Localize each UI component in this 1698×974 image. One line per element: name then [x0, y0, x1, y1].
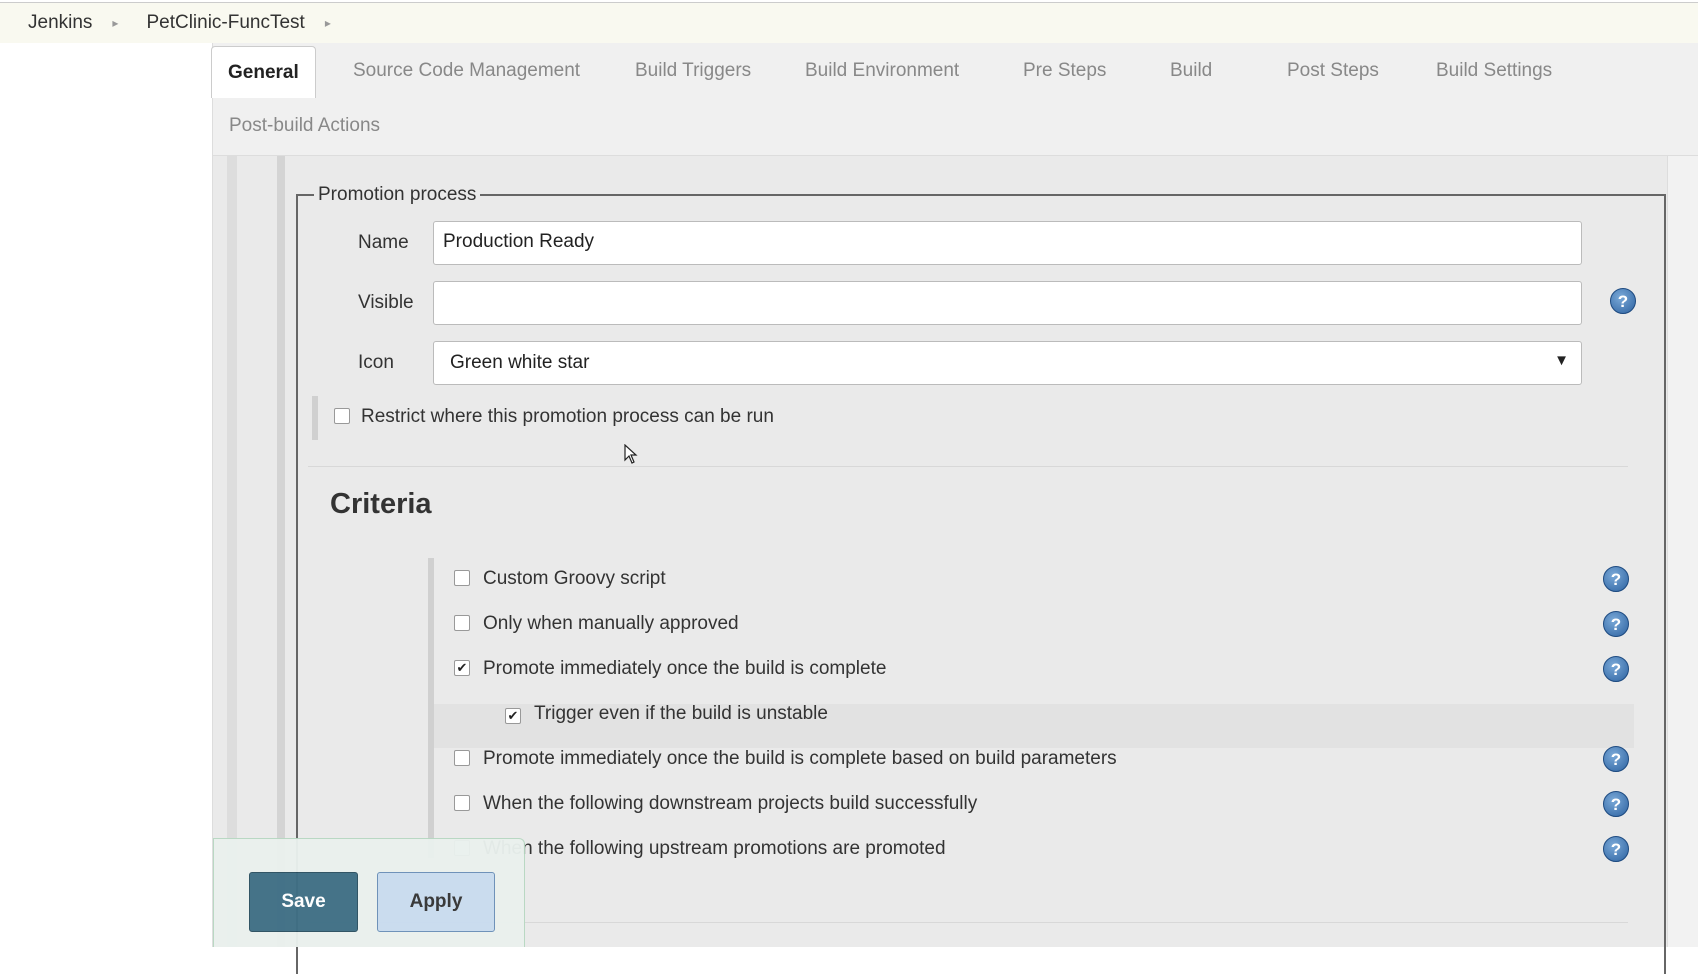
help-icon-parameters[interactable]: ? [1603, 746, 1629, 772]
criteria-label-downstream: When the following downstream projects b… [483, 793, 978, 814]
config-area: General Source Code Management Build Tri… [211, 43, 1698, 974]
tab-build-environment[interactable]: Build Environment [805, 60, 959, 82]
criteria-checkbox-parameters[interactable] [454, 750, 470, 766]
icon-select[interactable]: Green white star ▼ [433, 341, 1582, 385]
criteria-label-groovy: Custom Groovy script [483, 568, 666, 589]
tab-post-steps[interactable]: Post Steps [1287, 60, 1379, 82]
criteria-checkbox-immediate[interactable]: ✔ [454, 660, 470, 676]
config-content: Promotion process Name Production Ready … [213, 156, 1698, 974]
criteria-checkbox-unstable[interactable]: ✔ [505, 708, 521, 724]
save-button[interactable]: Save [249, 872, 358, 932]
help-icon-immediate[interactable]: ? [1603, 656, 1629, 682]
help-icon-manual[interactable]: ? [1603, 611, 1629, 637]
breadcrumb-project[interactable]: PetClinic-FuncTest [118, 12, 324, 34]
criteria-label-manual: Only when manually approved [483, 613, 739, 634]
criteria-checkbox-downstream[interactable] [454, 795, 470, 811]
breadcrumb: Jenkins ▸ PetClinic-FuncTest ▸ [0, 2, 1698, 44]
tab-bar: General Source Code Management Build Tri… [211, 43, 1698, 156]
help-icon-groovy[interactable]: ? [1603, 566, 1629, 592]
tab-build-settings[interactable]: Build Settings [1436, 60, 1552, 82]
icon-select-value: Green white star [450, 352, 590, 373]
criteria-label-immediate: Promote immediately once the build is co… [483, 658, 887, 679]
visible-label: Visible [358, 292, 414, 313]
tab-general[interactable]: General [211, 46, 316, 98]
restrict-checkbox[interactable] [334, 408, 350, 424]
side-panel [0, 43, 213, 947]
help-icon-upstream[interactable]: ? [1603, 836, 1629, 862]
visible-input[interactable] [433, 281, 1582, 325]
apply-button[interactable]: Apply [377, 872, 495, 932]
tab-build-triggers[interactable]: Build Triggers [635, 60, 751, 82]
tab-pre-steps[interactable]: Pre Steps [1023, 60, 1106, 82]
nesting-bar [227, 156, 237, 947]
name-label: Name [358, 232, 409, 253]
help-icon-downstream[interactable]: ? [1603, 791, 1629, 817]
restrict-label: Restrict where this promotion process ca… [361, 406, 774, 427]
chevron-right-icon[interactable]: ▸ [325, 16, 331, 30]
scrollbar[interactable] [1667, 156, 1698, 947]
nesting-bar [277, 156, 285, 947]
help-icon-visible[interactable]: ? [1610, 288, 1636, 314]
restrict-bar [312, 396, 318, 440]
tab-post-build-actions[interactable]: Post-build Actions [229, 115, 380, 137]
icon-label: Icon [358, 352, 394, 373]
criteria-title: Criteria [330, 488, 432, 520]
criteria-label-parameters: Promote immediately once the build is co… [483, 748, 1117, 769]
criteria-label-upstream: When the following upstream promotions a… [483, 838, 946, 859]
breadcrumb-jenkins[interactable]: Jenkins [0, 12, 112, 34]
save-panel: Save Apply [213, 838, 525, 947]
criteria-label-unstable: Trigger even if the build is unstable [534, 703, 828, 724]
criteria-checkbox-manual[interactable] [454, 615, 470, 631]
promotion-process-legend: Promotion process [314, 184, 481, 206]
chevron-down-icon: ▼ [1554, 352, 1569, 369]
mouse-cursor-icon [624, 444, 638, 464]
tab-build[interactable]: Build [1170, 60, 1212, 82]
divider [308, 466, 1628, 467]
tab-source-code-management[interactable]: Source Code Management [353, 60, 580, 82]
name-input[interactable]: Production Ready [433, 221, 1582, 265]
criteria-checkbox-groovy[interactable] [454, 570, 470, 586]
